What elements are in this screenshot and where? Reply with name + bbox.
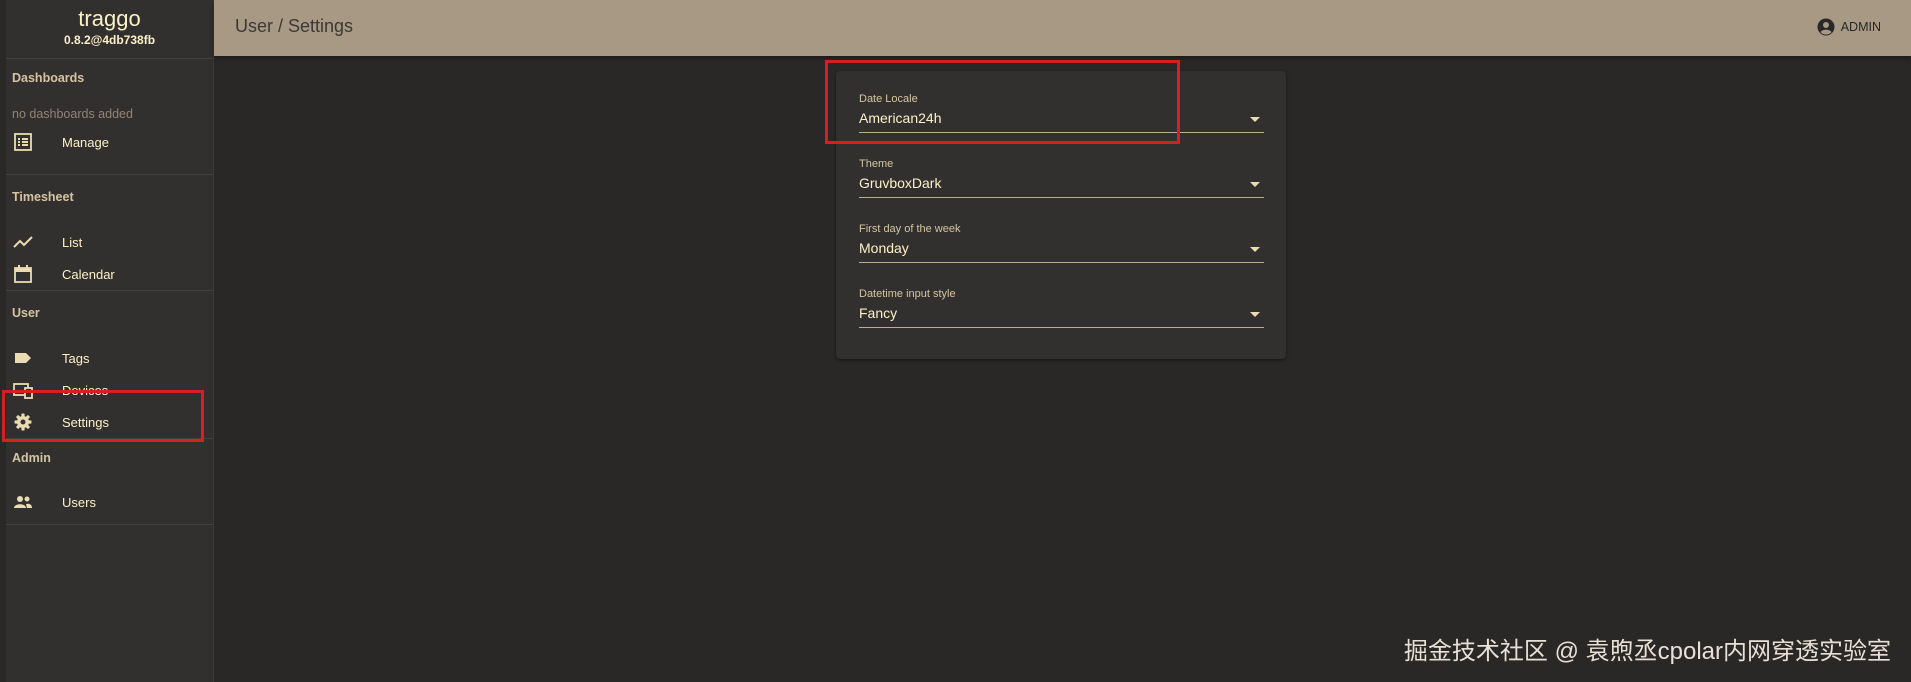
- sidebar-item-label: Calendar: [62, 266, 115, 282]
- calendar-icon: [14, 265, 32, 283]
- section-timesheet: Timesheet List Calendar: [6, 175, 213, 291]
- account-button[interactable]: ADMIN: [1817, 18, 1881, 36]
- theme-field[interactable]: Theme GruvboxDark: [859, 158, 1264, 198]
- sidebar-item-tags[interactable]: Tags: [6, 342, 213, 374]
- caret-down-icon: [1250, 247, 1260, 252]
- first-day-select[interactable]: Monday: [859, 240, 1264, 263]
- page-title: User / Settings: [235, 16, 354, 36]
- sidebar: traggo 0.8.2@4db738fb Dashboards no dash…: [6, 0, 214, 682]
- list-icon: [14, 133, 32, 151]
- section-title-user: User: [12, 306, 40, 320]
- sidebar-item-manage[interactable]: Manage: [6, 126, 213, 158]
- sidebar-item-list[interactable]: List: [6, 226, 213, 258]
- account-label: ADMIN: [1840, 20, 1881, 34]
- sidebar-item-calendar[interactable]: Calendar: [6, 258, 213, 290]
- users-icon: [14, 496, 32, 508]
- field-value: Fancy: [859, 305, 898, 321]
- section-title-timesheet: Timesheet: [12, 190, 74, 204]
- no-dashboards-text: no dashboards added: [12, 107, 133, 121]
- datetime-style-select[interactable]: Fancy: [859, 305, 1264, 328]
- section-dashboards: Dashboards no dashboards added Manage: [6, 59, 213, 175]
- sidebar-item-users[interactable]: Users: [6, 486, 213, 518]
- sidebar-item-label: Tags: [62, 350, 90, 366]
- highlight-box-settings: [2, 390, 204, 442]
- app-name[interactable]: traggo: [6, 0, 213, 32]
- caret-down-icon: [1250, 182, 1260, 187]
- caret-down-icon: [1250, 117, 1260, 122]
- sidebar-item-label: Manage: [62, 134, 109, 150]
- field-value: GruvboxDark: [859, 175, 942, 191]
- highlight-box-date-locale: [825, 60, 1180, 144]
- app-bar: User / Settings ADMIN: [214, 0, 1911, 56]
- tag-icon: [15, 353, 31, 363]
- app-version: 0.8.2@4db738fb: [63, 33, 156, 47]
- field-label: Theme: [859, 158, 894, 170]
- field-label: First day of the week: [859, 223, 961, 235]
- first-day-field[interactable]: First day of the week Monday: [859, 223, 1264, 263]
- theme-select[interactable]: GruvboxDark: [859, 175, 1264, 198]
- field-label: Datetime input style: [859, 288, 956, 300]
- sidebar-item-label: Users: [62, 494, 96, 510]
- section-title-admin: Admin: [12, 451, 51, 465]
- section-admin: Admin Users: [6, 439, 213, 525]
- account-circle-icon: [1817, 18, 1835, 36]
- sidebar-item-label: List: [62, 234, 83, 250]
- caret-down-icon: [1250, 312, 1260, 317]
- field-value: Monday: [859, 240, 909, 256]
- datetime-style-field[interactable]: Datetime input style Fancy: [859, 288, 1264, 328]
- chart-line-icon: [13, 236, 33, 248]
- brand: traggo 0.8.2@4db738fb: [6, 0, 213, 59]
- watermark: 掘金技术社区 @ 袁煦丞cpolar内网穿透实验室: [1403, 638, 1891, 665]
- section-title-dashboards: Dashboards: [12, 71, 85, 85]
